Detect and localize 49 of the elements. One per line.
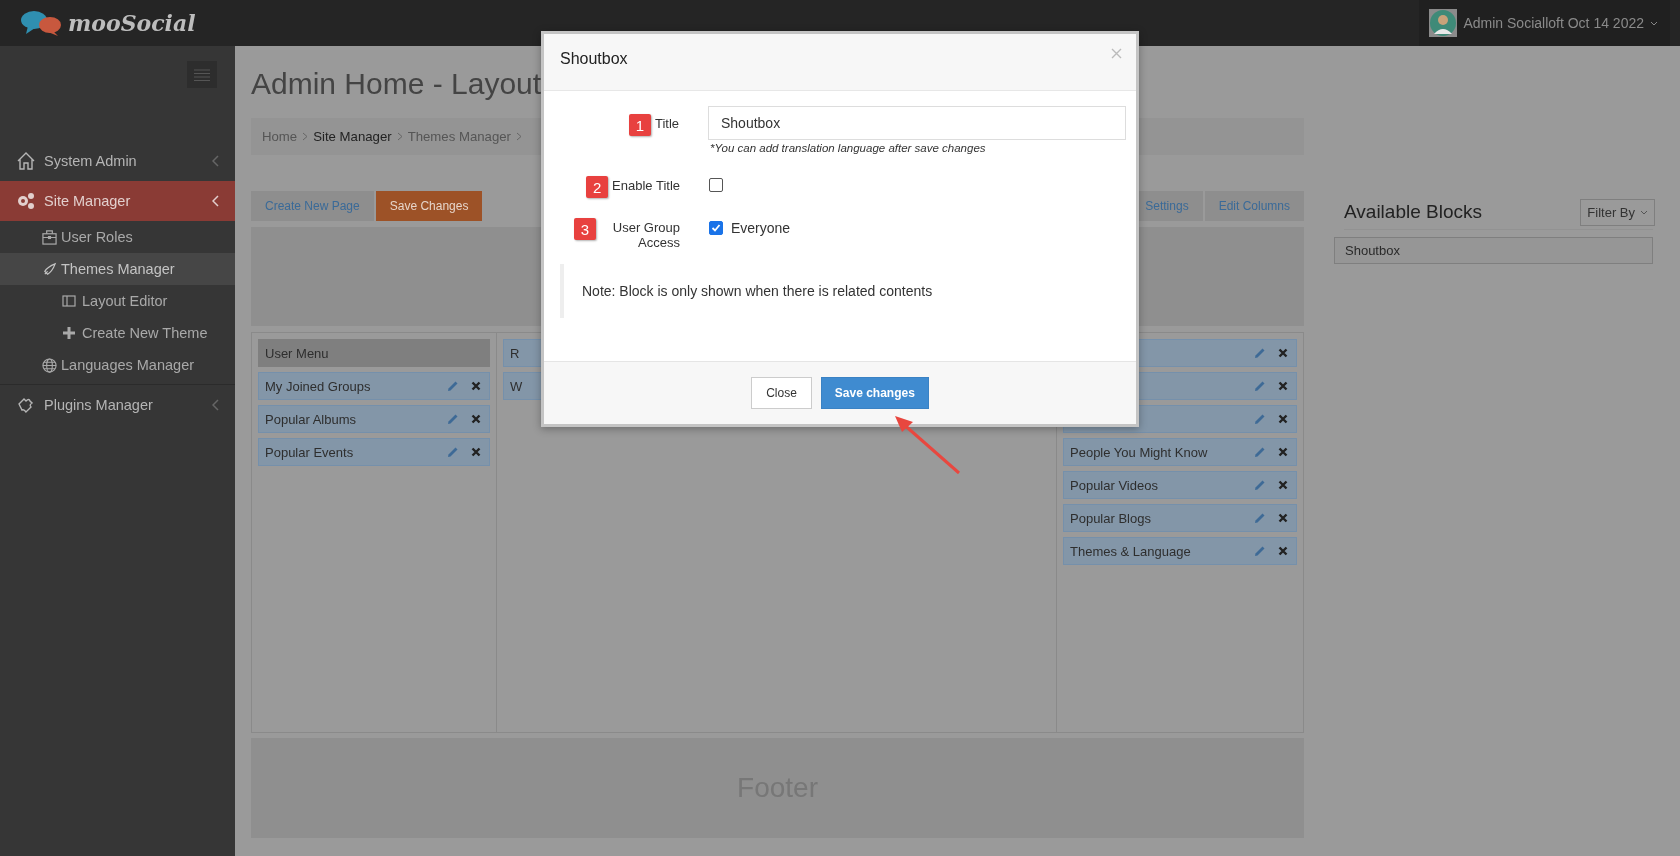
breadcrumb-link[interactable]: Site Manager: [313, 129, 392, 144]
menu-block[interactable]: User Menu: [258, 339, 490, 367]
sidebar-item[interactable]: Create New Theme: [0, 317, 235, 349]
block-label: Popular Blogs: [1070, 510, 1151, 526]
block-label: W: [510, 378, 523, 394]
layout-block[interactable]: Themes & Language: [1063, 537, 1297, 565]
layout-block[interactable]: Popular Albums: [258, 405, 490, 433]
breadcrumb-link[interactable]: Home: [262, 129, 298, 144]
hint-text: *You can add translation language after save changes: [710, 142, 987, 154]
filter-dropdown[interactable]: Filter By: [1580, 198, 1655, 226]
page-title: Admin Home - Layout: [251, 66, 543, 102]
layout-block[interactable]: Popular Blogs: [1063, 504, 1297, 532]
layout-block[interactable]: My Joined Groups: [258, 372, 490, 400]
field-label: Title: [654, 115, 679, 131]
checkbox-label: Everyone: [731, 220, 791, 236]
available-block[interactable]: Shoutbox: [1334, 237, 1653, 264]
field-label: Enable Title: [612, 177, 680, 193]
field-label: User Group Access: [611, 219, 680, 250]
close-button[interactable]: Close: [751, 377, 812, 409]
sidebar-item[interactable]: Site Manager: [0, 181, 235, 221]
step-badge: 1: [628, 114, 651, 136]
block-label: Themes & Language: [1070, 543, 1191, 559]
block-label: R: [510, 345, 520, 361]
block-label: Popular Videos: [1070, 477, 1158, 493]
breadcrumb-link[interactable]: Themes Manager: [407, 129, 511, 144]
sidebar-item[interactable]: Languages Manager: [0, 349, 235, 381]
layout-block[interactable]: People You Might Know: [1063, 438, 1297, 466]
step-badge: 3: [574, 218, 596, 240]
block-label: My Joined Groups: [265, 378, 371, 394]
modal-title: Shoutbox: [560, 50, 628, 68]
block-label: People You Might Know: [1070, 444, 1208, 460]
save-button[interactable]: Save changes: [820, 377, 929, 409]
layout-block[interactable]: Popular Events: [258, 438, 490, 466]
sidebar-item[interactable]: Plugins Manager: [0, 384, 235, 425]
layout-block[interactable]: Popular Videos: [1063, 471, 1297, 499]
user-menu[interactable]: Admin Socialloft Oct 14 2022: [1419, 0, 1670, 46]
sidebar-item[interactable]: Layout Editor: [0, 285, 235, 317]
sidebar-item[interactable]: User Roles: [0, 221, 235, 253]
sidebar-item[interactable]: Themes Manager: [0, 253, 235, 285]
step-badge: 2: [586, 176, 609, 198]
title-field[interactable]: Shoutbox: [708, 106, 1126, 140]
sidebar-item[interactable]: System Admin: [0, 141, 235, 181]
block-label: Popular Albums: [265, 411, 357, 427]
block-label: User Menu: [265, 345, 329, 361]
save-button[interactable]: Save Changes: [375, 191, 483, 221]
note-text: Note: Block is only shown when there is related contents: [582, 283, 933, 299]
panel-title: Available Blocks: [1344, 201, 1482, 223]
logo-text[interactable]: mooSocial: [68, 10, 196, 36]
block-label: Popular Events: [265, 444, 354, 460]
